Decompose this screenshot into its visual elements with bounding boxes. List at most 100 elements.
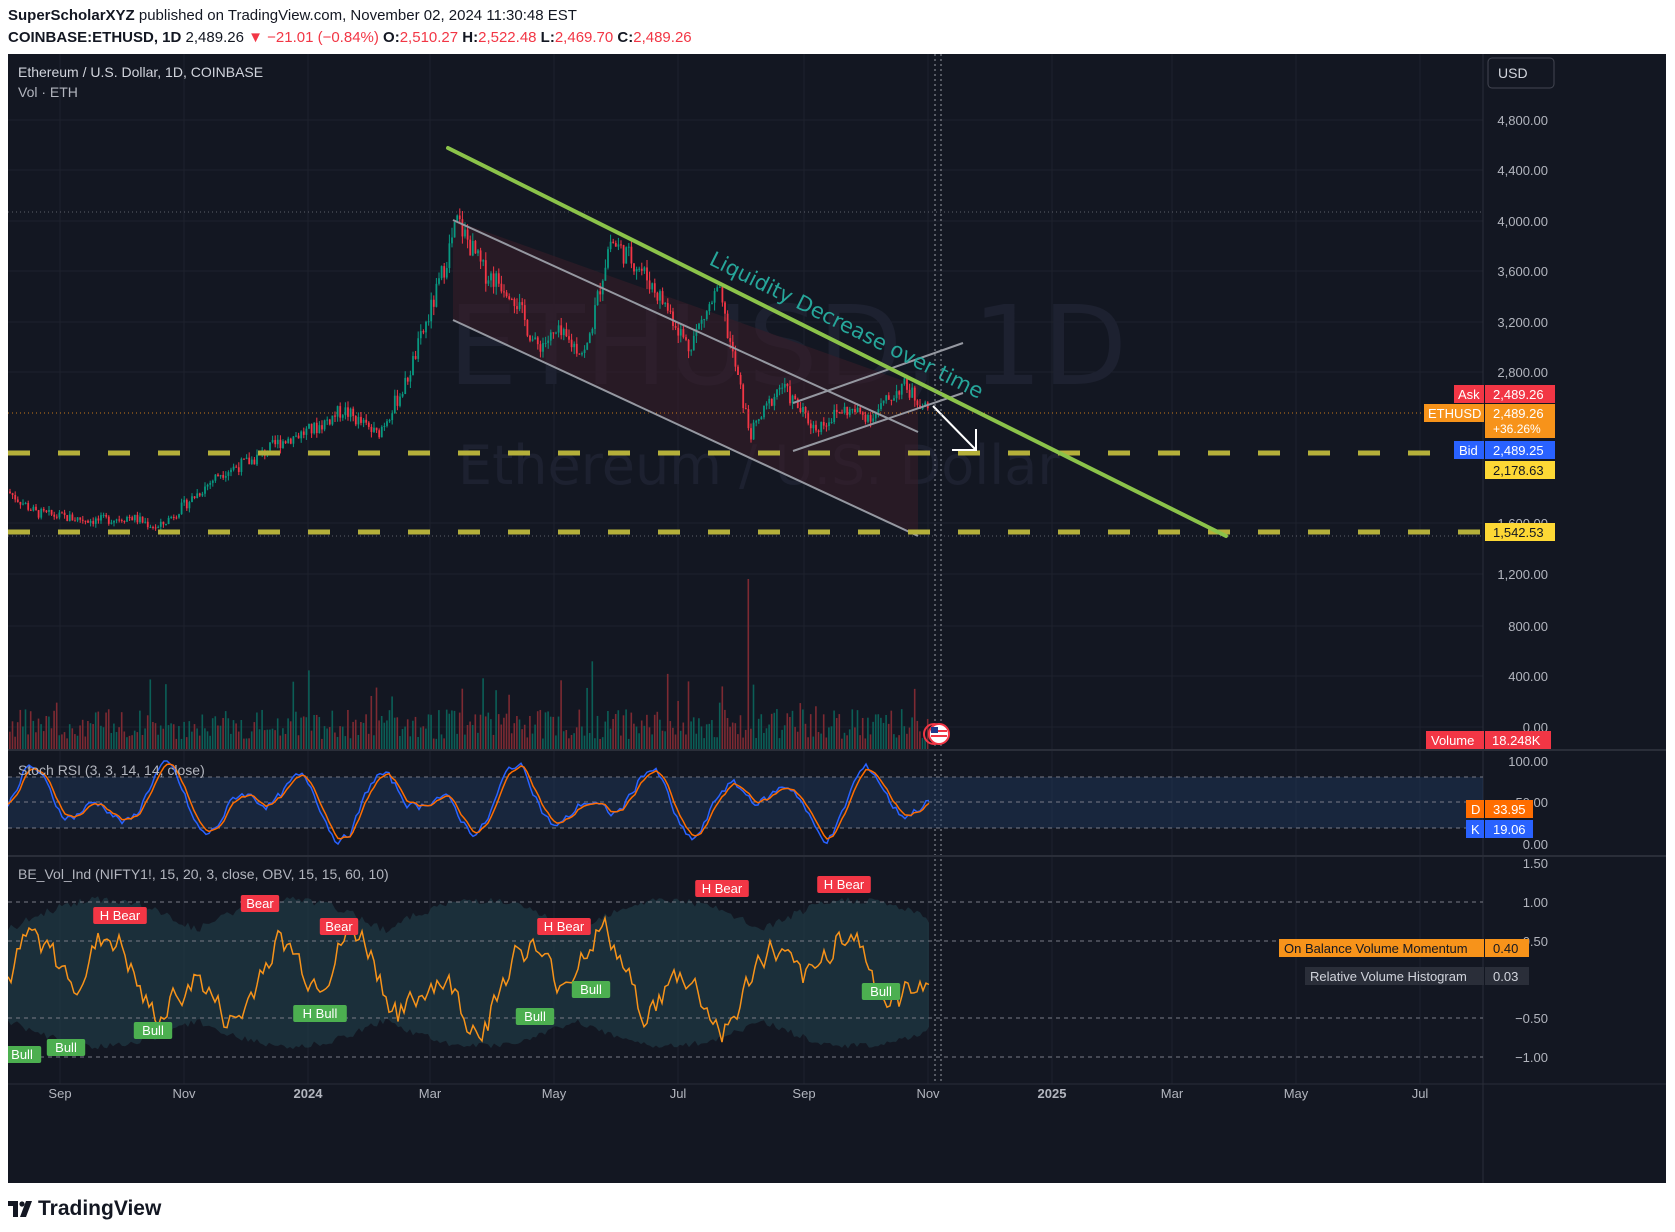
candle-body	[323, 420, 326, 430]
volume-bar	[921, 738, 924, 749]
candle-body	[640, 268, 643, 271]
volume-bar	[895, 737, 898, 749]
candle-body	[734, 351, 737, 367]
volume-bar	[854, 727, 856, 749]
price-tick: 4,800.00	[1497, 113, 1548, 128]
volume-bar	[144, 728, 146, 749]
candle-body	[105, 515, 108, 517]
candle-body	[568, 336, 570, 340]
volume-bar	[531, 733, 534, 749]
us-flag-canton	[931, 727, 938, 733]
candle-body	[453, 222, 456, 238]
candle-body	[627, 246, 630, 248]
candle-body	[362, 419, 365, 423]
candle-body	[414, 356, 417, 359]
chart-legend-title[interactable]: Ethereum / U.S. Dollar, 1D, COINBASE	[18, 64, 263, 80]
candle-body	[27, 503, 30, 510]
bevol-legend[interactable]: BE_Vol_Ind (NIFTY1!, 15, 20, 3, close, O…	[18, 866, 389, 882]
candle-body	[903, 378, 906, 384]
volume-bar	[768, 724, 770, 749]
candle-body	[557, 325, 560, 333]
volume-bar	[287, 718, 289, 749]
price-tick: 4,000.00	[1497, 214, 1548, 229]
time-tick: Sep	[792, 1086, 815, 1101]
tradingview-logo[interactable]: TradingView	[8, 1197, 161, 1221]
candle-body	[131, 517, 134, 521]
volume-bar	[555, 735, 557, 749]
candle-body	[549, 332, 552, 341]
volume-bar	[887, 723, 890, 749]
candle-body	[227, 472, 230, 476]
bid-tag-label: Bid	[1459, 443, 1478, 458]
candle-body	[128, 517, 131, 519]
volume-bar	[677, 700, 679, 749]
candle-body	[497, 273, 500, 284]
chart-canvas[interactable]: ETHUSD, 1D Ethereum / U.S. Dollar Liquid…	[8, 54, 1666, 1183]
candle-body	[58, 512, 61, 518]
volume-bar	[617, 710, 620, 749]
candle-body	[700, 319, 703, 324]
volume-bar	[664, 731, 666, 749]
candle-body	[308, 423, 310, 429]
candle-body	[74, 520, 76, 522]
volume-bar	[575, 727, 578, 749]
candle-body	[846, 406, 849, 416]
volume-bar	[656, 711, 659, 749]
chart-area[interactable]: ETHUSD, 1D Ethereum / U.S. Dollar Liquid…	[8, 54, 1666, 1183]
candle-body	[16, 499, 19, 502]
candle-body	[492, 273, 495, 287]
volume-bar	[97, 711, 100, 749]
volume-bar	[570, 734, 573, 749]
candle-body	[555, 332, 557, 334]
volume-bar	[783, 725, 786, 749]
volume-bar	[61, 734, 63, 749]
candle-body	[386, 421, 388, 426]
bevol-tick: 1.00	[1523, 895, 1548, 910]
volume-bar	[578, 709, 581, 749]
volume-bar	[318, 717, 321, 749]
candle-body	[357, 416, 360, 425]
candle-body	[432, 299, 435, 307]
stoch-legend[interactable]: Stoch RSI (3, 3, 14, 14, close)	[18, 762, 205, 778]
candle-body	[438, 278, 440, 284]
candle-body	[721, 286, 724, 303]
candle-body	[185, 499, 188, 509]
volume-bar	[118, 727, 120, 749]
candle-body	[193, 496, 196, 499]
candle-body	[45, 510, 48, 512]
volume-bar	[747, 579, 750, 749]
volume-bar	[196, 728, 198, 749]
volume-bar	[107, 709, 110, 749]
volume-bar	[354, 719, 357, 749]
volume-bar	[105, 712, 107, 749]
volume-bar	[604, 721, 607, 749]
volume-bar	[482, 678, 484, 749]
volume-bar	[256, 712, 258, 749]
volume-bar	[201, 714, 204, 749]
volume-bar	[16, 722, 19, 749]
candle-body	[755, 420, 758, 423]
candle-body	[9, 491, 11, 494]
bear-signal-label: Bear	[246, 896, 274, 911]
candle-body	[14, 494, 17, 500]
volume-bar	[490, 719, 492, 749]
price-tick: 2,800.00	[1497, 365, 1548, 380]
price-axis[interactable]: 4,800.00 4,400.00 4,000.00 3,600.00 3,200.00…	[1497, 113, 1548, 1065]
candle-body	[162, 521, 165, 525]
volume-bar	[828, 727, 830, 749]
author-name[interactable]: SuperScholarXYZ	[8, 7, 135, 24]
candle-body	[154, 527, 157, 529]
volume-bar	[409, 736, 412, 749]
price-tick: 400.00	[1508, 669, 1548, 684]
volume-bar	[453, 710, 456, 749]
candle-body	[435, 283, 438, 307]
volume-bar	[206, 731, 209, 749]
volume-legend[interactable]: Vol · ETH	[18, 84, 78, 100]
candle-body	[401, 394, 404, 397]
candle-body	[867, 415, 869, 422]
time-axis[interactable]: Sep Nov 2024 Mar May Jul Sep Nov 2025 Mar May Jul	[48, 1086, 1428, 1101]
candle-body	[742, 384, 745, 409]
k-tag-label: K	[1471, 822, 1480, 837]
volume-bar	[92, 724, 94, 749]
volume-bar	[705, 724, 708, 749]
